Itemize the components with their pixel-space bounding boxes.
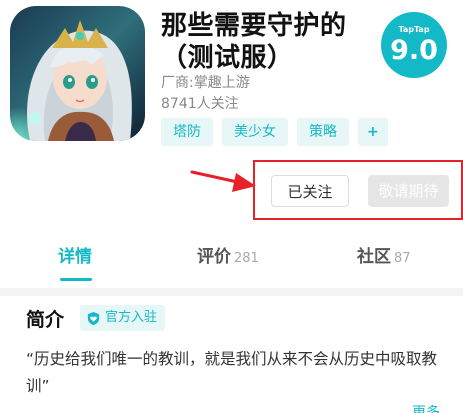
tab-reviews[interactable]: 评价 281 — [197, 242, 259, 267]
red-arrow-icon — [190, 170, 256, 192]
tab-details-label: 详情 — [58, 247, 92, 267]
intro-title: 简介 — [26, 309, 65, 331]
rating-score: 9.0 — [390, 35, 438, 66]
tab-bar: 详情 评价 281 社区 87 — [0, 242, 463, 270]
tab-community-count: 87 — [394, 251, 411, 266]
tag-beauty[interactable]: 美少女 — [222, 118, 288, 146]
heart-shield-icon — [87, 311, 100, 325]
tag-strategy[interactable]: 策略 — [297, 118, 349, 146]
game-icon[interactable] — [10, 6, 145, 141]
followed-button[interactable]: 已关注 — [271, 175, 349, 207]
tag-tower-defense[interactable]: 塔防 — [161, 118, 213, 146]
tab-community[interactable]: 社区 87 — [357, 242, 411, 267]
tag-more-button[interactable]: + — [358, 118, 388, 146]
official-badge[interactable]: 官方入驻 — [80, 305, 166, 331]
tab-reviews-label: 评价 — [197, 247, 231, 267]
tab-reviews-count: 281 — [234, 251, 259, 266]
developer-label[interactable]: 厂商:掌趣上游 — [161, 72, 250, 92]
game-detail-page: 那些需要守护的（测试服） TapTap 9.0 厂商:掌趣上游 8741人关注 … — [0, 0, 463, 413]
tab-community-label: 社区 — [357, 247, 391, 267]
rating-badge: TapTap 9.0 — [381, 12, 447, 78]
section-divider — [0, 288, 463, 296]
more-link[interactable]: 更多 — [412, 402, 440, 413]
active-tab-indicator — [60, 278, 92, 281]
followers-count: 8741人关注 — [161, 96, 239, 112]
game-character-art — [10, 6, 145, 141]
tab-details[interactable]: 详情 — [58, 242, 92, 267]
intro-text: “历史给我们唯一的教训，就是我们从来不会从历史中吸取教训” — [26, 350, 438, 395]
game-title: 那些需要守护的（测试服） — [161, 11, 347, 73]
tag-list: 塔防 美少女 策略 + — [161, 118, 397, 146]
coming-soon-button[interactable]: 敬请期待 — [368, 175, 449, 207]
rating-brand: TapTap — [398, 25, 430, 34]
official-badge-label: 官方入驻 — [105, 310, 158, 325]
